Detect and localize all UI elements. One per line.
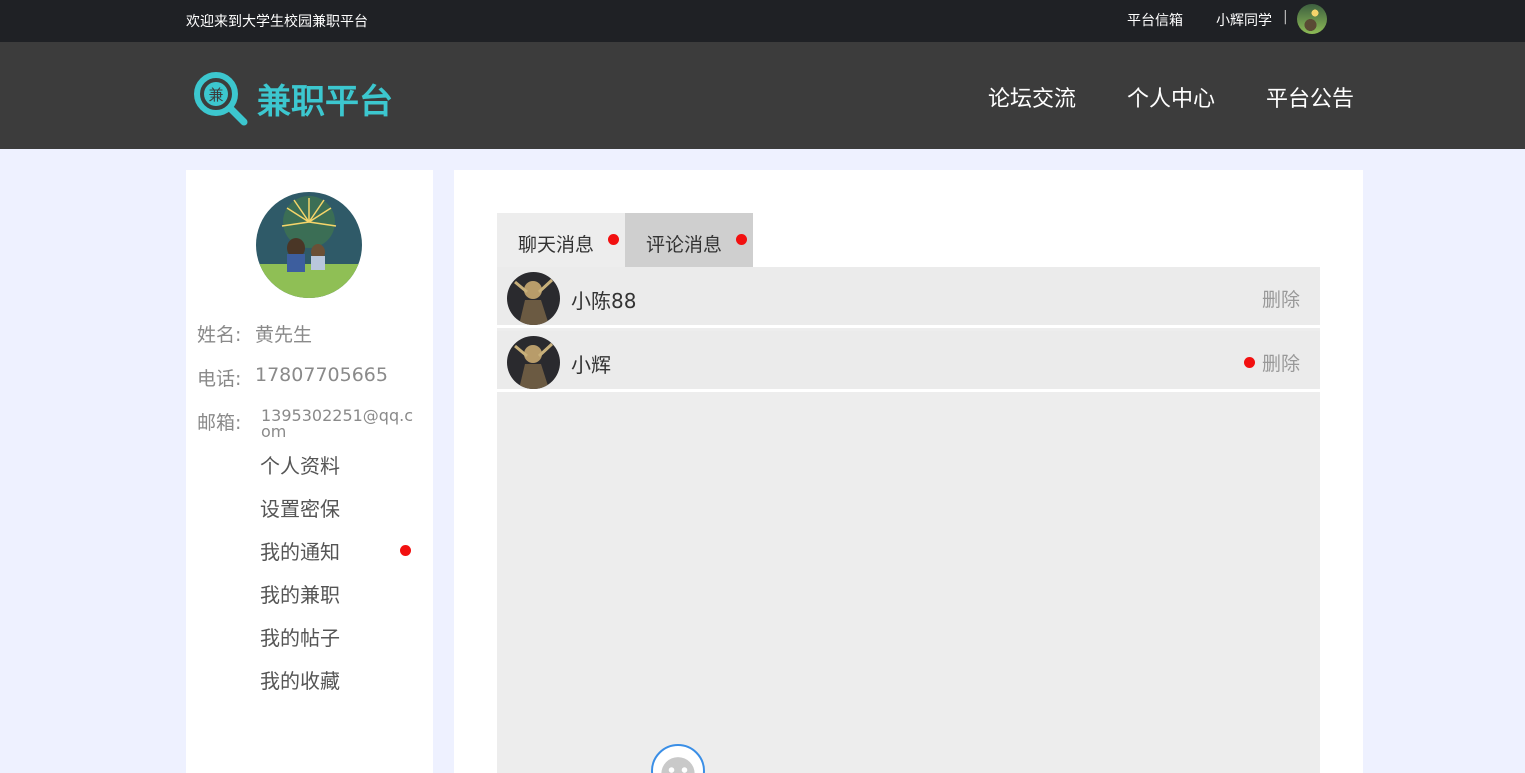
username-link[interactable]: 小辉同学: [1216, 10, 1272, 30]
contact-avatar: [507, 272, 560, 325]
contact-name: 小辉: [571, 353, 611, 377]
tab-comment-label: 评论消息: [646, 234, 723, 256]
site-header: 兼 兼职平台 论坛交流 个人中心 平台公告: [0, 42, 1525, 149]
menu-my-posts[interactable]: 我的帖子: [260, 622, 340, 651]
tab-chat-messages[interactable]: 聊天消息: [497, 213, 625, 267]
delete-button[interactable]: 删除: [1262, 349, 1300, 376]
logo-magnifier-icon[interactable]: 兼: [192, 70, 248, 126]
menu-security[interactable]: 设置密保: [260, 493, 340, 522]
chat-unread-dot: [608, 234, 619, 245]
brand-name[interactable]: 兼职平台: [257, 74, 393, 123]
nav-personal-center[interactable]: 个人中心: [1127, 81, 1215, 113]
email-label: 邮箱:: [197, 412, 242, 434]
chat-bot-icon[interactable]: [651, 744, 705, 773]
phone-value: 17807705665: [255, 364, 388, 386]
message-list: 小陈88 删除 小辉 删除: [497, 267, 1320, 773]
platform-mailbox-link[interactable]: 平台信箱: [1127, 10, 1183, 30]
comment-unread-dot: [736, 234, 747, 245]
separator: |: [1283, 9, 1288, 25]
tab-chat-label: 聊天消息: [518, 234, 595, 256]
contact-name: 小陈88: [571, 289, 637, 313]
message-unread-dot: [1244, 357, 1255, 368]
name-value: 黄先生: [255, 324, 313, 346]
menu-my-jobs[interactable]: 我的兼职: [260, 579, 340, 608]
message-row[interactable]: 小陈88 删除: [497, 267, 1320, 328]
contact-avatar: [507, 336, 560, 389]
notification-panel: 聊天消息 评论消息 小陈88 删除 小辉 删除: [454, 170, 1363, 773]
profile-sidebar: 姓名: 黄先生 电话: 17807705665 邮箱: 1395302251@q…: [186, 170, 433, 773]
phone-label: 电话:: [197, 368, 242, 390]
delete-button[interactable]: 删除: [1262, 285, 1300, 312]
menu-notifications[interactable]: 我的通知: [260, 536, 340, 565]
nav-announcement[interactable]: 平台公告: [1266, 81, 1354, 113]
welcome-text: 欢迎来到大学生校园兼职平台: [186, 14, 368, 30]
logo-char: 兼: [208, 86, 223, 104]
name-label: 姓名:: [197, 324, 242, 346]
top-bar: 欢迎来到大学生校园兼职平台 平台信箱 小辉同学 |: [0, 0, 1525, 42]
tab-comment-messages[interactable]: 评论消息: [625, 213, 753, 267]
menu-my-favorites[interactable]: 我的收藏: [260, 665, 340, 694]
email-value: 1395302251@qq.com: [261, 406, 413, 441]
notification-unread-dot: [400, 545, 411, 556]
nav-forum[interactable]: 论坛交流: [988, 81, 1076, 113]
message-row[interactable]: 小辉 删除: [497, 331, 1320, 392]
message-tabs: 聊天消息 评论消息: [497, 213, 753, 267]
user-avatar[interactable]: [1297, 4, 1327, 34]
profile-avatar[interactable]: [256, 192, 362, 298]
menu-profile[interactable]: 个人资料: [260, 450, 340, 479]
